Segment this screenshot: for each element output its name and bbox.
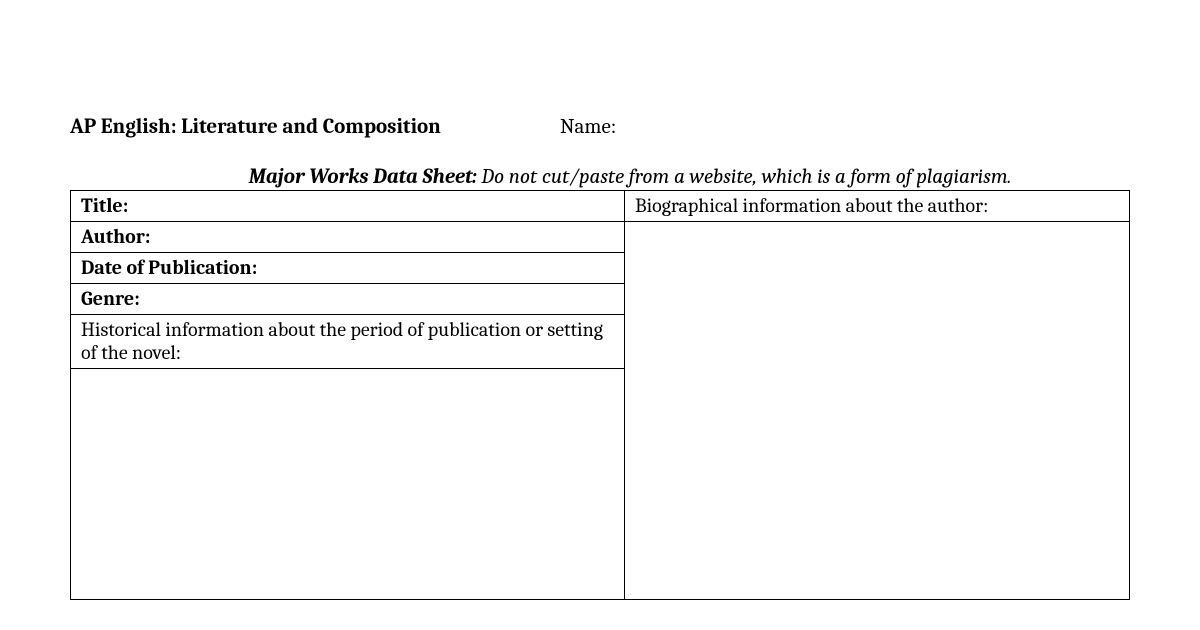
field-date-publication: Date of Publication: [71, 253, 624, 284]
field-historical-header: Historical information about the period … [71, 315, 624, 369]
sheet-title-bold: Major Works Data Sheet: [249, 165, 477, 189]
sheet-title: Major Works Data Sheet: Do not cut/paste… [70, 165, 1130, 189]
right-column: Biographical information about the autho… [625, 191, 1129, 599]
sheet-title-instruction: Do not cut/paste from a website, which i… [477, 165, 1012, 189]
data-sheet-table: Title: Author: Date of Publication: Genr… [70, 190, 1130, 600]
field-historical-body [71, 369, 624, 599]
document-page: AP English: Literature and Composition N… [0, 0, 1200, 600]
header-row: AP English: Literature and Composition N… [70, 115, 1130, 139]
field-genre: Genre: [71, 284, 624, 315]
left-column: Title: Author: Date of Publication: Genr… [71, 191, 625, 599]
field-biographical-header: Biographical information about the autho… [625, 191, 1129, 222]
field-title: Title: [71, 191, 624, 222]
course-title: AP English: Literature and Composition [70, 115, 560, 139]
field-biographical-body [625, 222, 1129, 599]
name-label: Name: [560, 115, 616, 139]
field-author: Author: [71, 222, 624, 253]
